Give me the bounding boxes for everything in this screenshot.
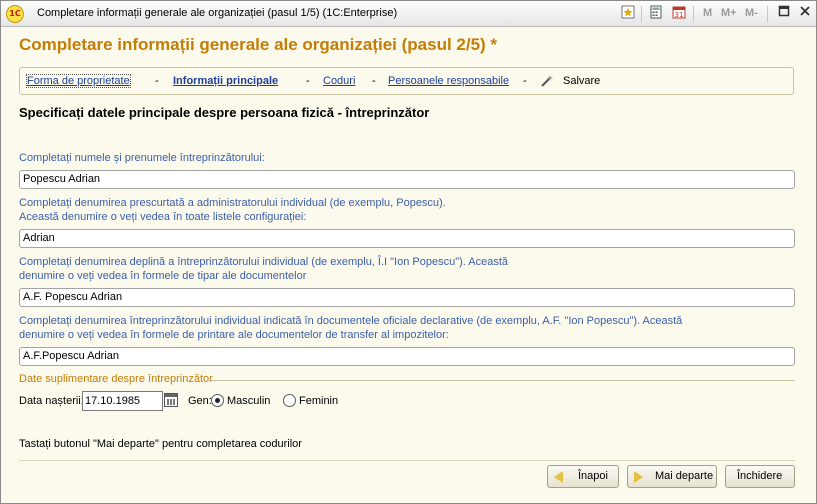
memory-subtract-button[interactable]: M- [745,7,758,19]
official-name-field[interactable]: A.F.Popescu Adrian [19,347,795,366]
back-button[interactable]: Înapoi [547,465,619,488]
step-persoanele-responsabile[interactable]: Persoanele responsabile [388,75,509,87]
favorites-icon[interactable] [619,5,637,23]
calendar-picker-icon[interactable] [164,393,178,407]
step-separator: - [306,75,310,87]
page-title: Completare informații generale ale organ… [19,35,498,54]
step-forma-de-proprietate[interactable]: Forma de proprietate [26,74,131,88]
hint-text: Tastați butonul "Mai departe" pentru com… [19,438,302,450]
maximize-button[interactable] [775,5,793,23]
step-coduri[interactable]: Coduri [323,75,355,87]
wand-icon [540,74,554,88]
next-button[interactable]: Mai departe [627,465,717,488]
wizard-window: 1C Completare informații generale ale or… [0,0,817,504]
full-name-label: Completați denumirea deplină a întreprin… [19,256,509,282]
name-field[interactable]: Popescu Adrian [19,170,795,189]
title-bar: 1C Completare informații generale ale or… [1,1,816,27]
step-informatii-principale[interactable]: Informații principale [173,75,278,87]
short-name-field[interactable]: Adrian [19,229,795,248]
calculator-icon[interactable] [647,5,665,23]
group-divider [209,380,795,381]
birth-date-label: Data nașterii: [19,395,84,407]
step-separator: - [372,75,376,87]
full-name-field[interactable]: A.F. Popescu Adrian [19,288,795,307]
gender-male-radio[interactable] [211,394,224,407]
name-label: Completați numele și prenumele întreprin… [19,152,265,164]
gender-label: Gen: [188,395,212,407]
additional-data-group-title: Date suplimentare despre întreprinzător [19,373,213,385]
close-button-label: Închidere [737,470,783,482]
form-subtitle: Specificați datele principale despre per… [19,105,430,120]
toolbar-separator [767,6,768,22]
step-separator: - [155,75,159,87]
window-title: Completare informații generale ale organ… [37,7,398,19]
birth-date-field[interactable]: 17.10.1985 [82,391,163,411]
gender-female-radio[interactable] [283,394,296,407]
app-logo-icon[interactable]: 1C [6,5,24,23]
back-button-label: Înapoi [578,470,608,482]
official-name-label: Completați denumirea întreprinzătorului … [19,315,683,341]
close-button[interactable]: Închidere [725,465,795,488]
memory-button[interactable]: M [703,7,712,19]
toolbar-separator [641,6,642,22]
next-button-label: Mai departe [655,470,714,482]
close-window-button[interactable] [796,5,814,23]
wizard-steps: Forma de proprietate - Informații princi… [19,67,794,95]
calendar-icon[interactable]: 31 [670,5,688,23]
footer-divider [19,460,795,461]
gender-male-label[interactable]: Masculin [227,395,270,407]
short-name-label: Completați denumirea prescurtată a admin… [19,197,446,223]
gender-female-label[interactable]: Feminin [299,395,338,407]
svg-text:31: 31 [675,11,684,19]
step-salvare: Salvare [563,75,601,87]
arrow-left-icon [554,471,563,483]
toolbar-separator [693,6,694,22]
arrow-right-icon [634,471,643,483]
step-separator: - [523,75,527,87]
memory-add-button[interactable]: M+ [721,7,737,19]
